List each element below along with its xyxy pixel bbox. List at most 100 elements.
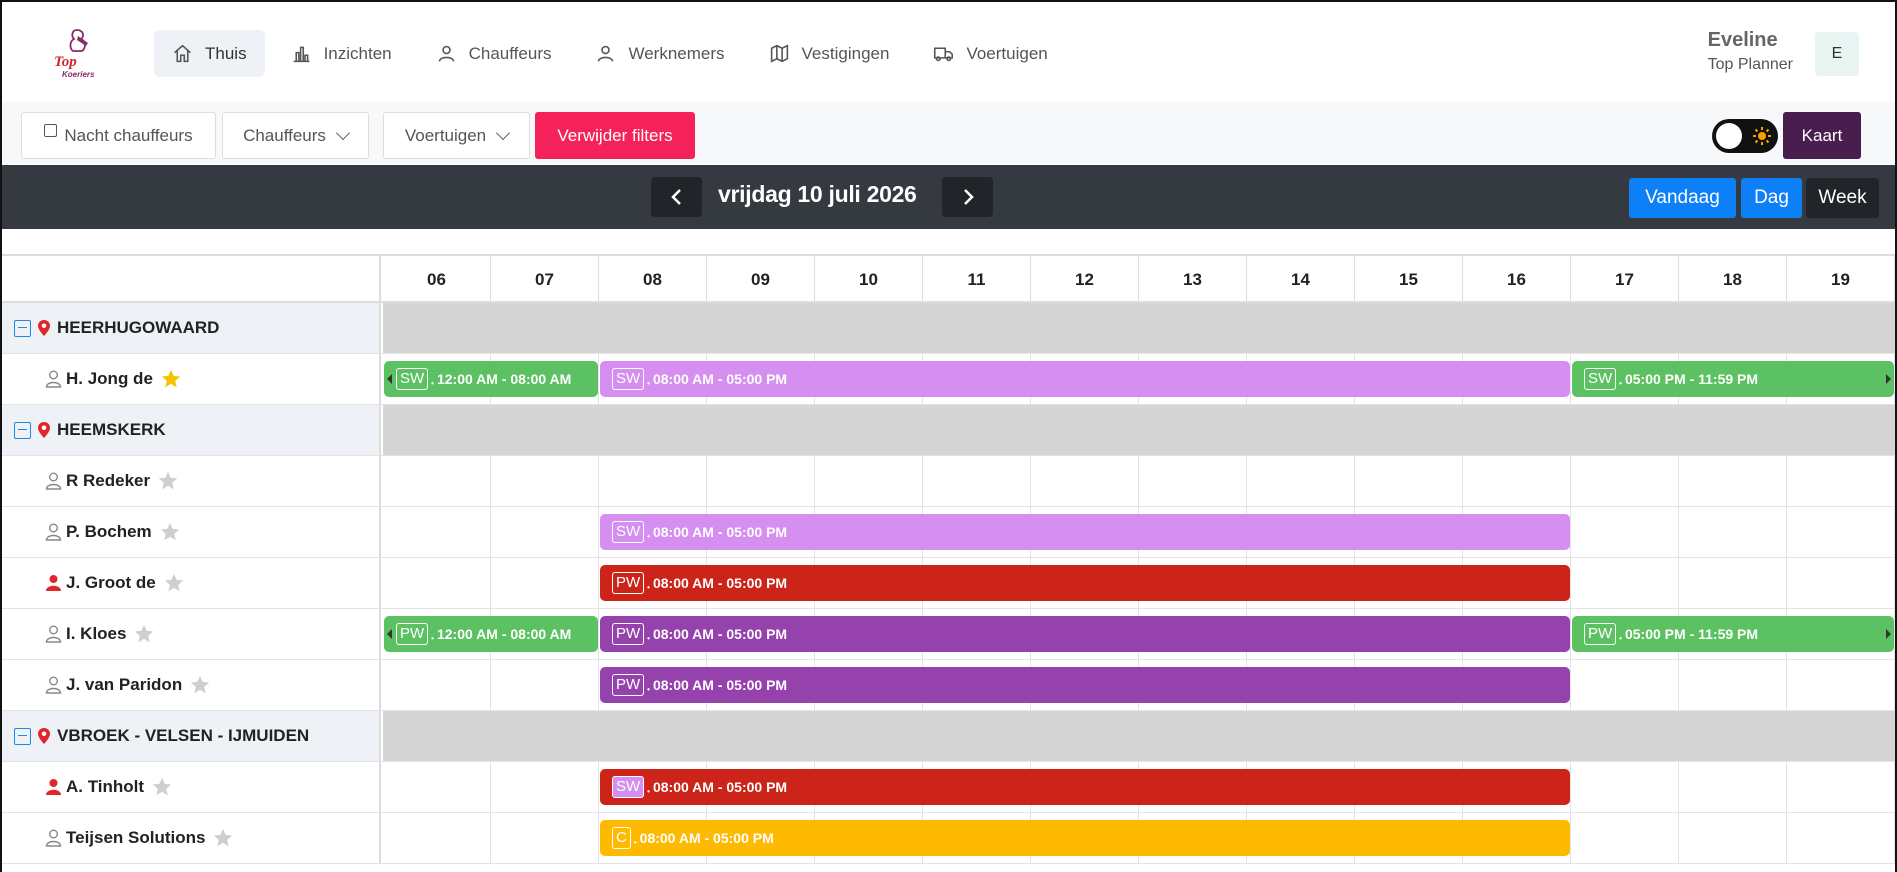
collapse-icon[interactable] bbox=[14, 421, 31, 439]
star-icon[interactable] bbox=[133, 623, 155, 645]
drivers-dropdown[interactable]: Chauffeurs bbox=[222, 112, 369, 159]
driver-name[interactable]: H. Jong de bbox=[66, 369, 153, 389]
user-icon bbox=[46, 575, 61, 591]
hour-gridline bbox=[1894, 762, 1895, 812]
today-button[interactable]: Vandaag bbox=[1629, 178, 1736, 218]
star-icon[interactable] bbox=[159, 521, 181, 543]
day-view-button[interactable]: Dag bbox=[1741, 178, 1802, 218]
star-icon[interactable] bbox=[157, 470, 179, 492]
shift-time: 05:00 PM - 11:59 PM bbox=[1624, 626, 1759, 642]
star-icon[interactable] bbox=[189, 674, 211, 696]
clear-filters-button[interactable]: Verwijder filters bbox=[535, 112, 695, 159]
group-row-fill bbox=[383, 711, 1895, 761]
driver-label: P. Bochem bbox=[2, 507, 381, 557]
shift-block[interactable]: PW • 12:00 AM - 08:00 AM bbox=[384, 616, 598, 652]
driver-name[interactable]: A. Tinholt bbox=[66, 777, 144, 797]
hour-gridline bbox=[1894, 813, 1895, 863]
shift-time: 08:00 AM - 05:00 PM bbox=[652, 626, 788, 642]
timeline-header: 06 07 08 09 10 11 12 13 14 15 16 17 18 19 bbox=[2, 254, 1895, 303]
chevron-down-icon bbox=[335, 125, 350, 141]
user-name: Eveline bbox=[1707, 29, 1778, 51]
shift-type-badge: SW bbox=[612, 368, 645, 390]
avatar[interactable]: E bbox=[1815, 32, 1859, 76]
star-icon[interactable] bbox=[163, 572, 185, 594]
top-koeriers-logo[interactable]: Top Koeriers bbox=[52, 26, 102, 82]
collapse-icon[interactable] bbox=[14, 727, 31, 745]
driver-row: SW • 08:00 AM - 05:00 PM P. Bochem bbox=[2, 507, 1895, 558]
map-button[interactable]: Kaart bbox=[1783, 112, 1861, 159]
user-icon bbox=[45, 523, 62, 541]
main-nav: Thuis Inzichten Chauffeurs Werknemers Ve… bbox=[154, 30, 1066, 77]
driver-name[interactable]: P. Bochem bbox=[66, 522, 152, 542]
star-icon[interactable] bbox=[151, 776, 173, 798]
shift-block[interactable]: SW • 05:00 PM - 11:59 PM bbox=[1572, 361, 1894, 397]
star-icon[interactable] bbox=[212, 827, 234, 849]
shift-block[interactable]: SW • 08:00 AM - 05:00 PM bbox=[600, 361, 1570, 397]
hour-gridline bbox=[1786, 558, 1787, 608]
shift-time: 12:00 AM - 08:00 AM bbox=[436, 626, 572, 642]
hour-gridline bbox=[922, 456, 923, 506]
shift-type-badge: PW bbox=[612, 674, 645, 696]
previous-day-button[interactable] bbox=[651, 177, 702, 217]
location-name: HEEMSKERK bbox=[57, 420, 166, 439]
separator-dot-icon: • bbox=[647, 684, 650, 694]
collapse-icon[interactable] bbox=[14, 319, 31, 337]
driver-label: I. Kloes bbox=[2, 609, 381, 659]
hour-gridline bbox=[490, 558, 491, 608]
driver-name[interactable]: I. Kloes bbox=[66, 624, 126, 644]
driver-name[interactable]: J. van Paridon bbox=[66, 675, 182, 695]
driver-name[interactable]: J. Groot de bbox=[66, 573, 156, 593]
shift-block[interactable]: PW • 08:00 AM - 05:00 PM bbox=[600, 565, 1570, 601]
nav-item-inzichten[interactable]: Inzichten bbox=[273, 30, 410, 77]
shift-time: 08:00 AM - 05:00 PM bbox=[652, 779, 788, 795]
shift-block[interactable]: C • 08:00 AM - 05:00 PM bbox=[600, 820, 1570, 856]
current-date: vrijdag 10 juli 2026 bbox=[718, 181, 917, 207]
shift-block[interactable]: PW • 08:00 AM - 05:00 PM bbox=[600, 616, 1570, 652]
driver-row: R Redeker bbox=[2, 456, 1895, 507]
chevron-down-icon bbox=[496, 125, 511, 141]
hour-gridline bbox=[1570, 558, 1571, 608]
hour-gridline bbox=[1894, 354, 1895, 404]
shift-block[interactable]: PW • 05:00 PM - 11:59 PM bbox=[1572, 616, 1894, 652]
separator-dot-icon: • bbox=[647, 633, 650, 643]
nav-item-vestigingen[interactable]: Vestigingen bbox=[751, 30, 908, 77]
drivers-dropdown-label: Chauffeurs bbox=[243, 125, 326, 145]
hour-gridline bbox=[1894, 609, 1895, 659]
hour-gridline bbox=[598, 354, 599, 404]
night-drivers-toggle[interactable]: Nacht chauffeurs bbox=[21, 112, 216, 159]
vehicles-dropdown[interactable]: Voertuigen bbox=[383, 112, 530, 159]
hour-gridline bbox=[598, 762, 599, 812]
hour-gridline bbox=[1570, 660, 1571, 710]
nav-item-voertuigen[interactable]: Voertuigen bbox=[915, 30, 1065, 77]
sun-icon bbox=[1753, 127, 1771, 145]
star-icon[interactable] bbox=[160, 368, 182, 390]
shift-block[interactable]: SW • 08:00 AM - 05:00 PM bbox=[600, 514, 1570, 550]
nav-item-thuis[interactable]: Thuis bbox=[154, 30, 265, 77]
hour-gridline bbox=[1678, 507, 1679, 557]
next-day-button[interactable] bbox=[942, 177, 993, 217]
hour-gridline bbox=[1894, 558, 1895, 608]
driver-name[interactable]: R Redeker bbox=[66, 471, 150, 491]
driver-name[interactable]: Teijsen Solutions bbox=[66, 828, 205, 848]
bar-chart-icon bbox=[293, 46, 309, 63]
shift-block[interactable]: SW • 12:00 AM - 08:00 AM bbox=[384, 361, 598, 397]
hour-gridline bbox=[1894, 507, 1895, 557]
hour-gridline bbox=[490, 507, 491, 557]
nav-item-chauffeurs[interactable]: Chauffeurs bbox=[418, 30, 570, 77]
shift-time: 08:00 AM - 05:00 PM bbox=[652, 371, 788, 387]
week-view-button[interactable]: Week bbox=[1806, 178, 1879, 218]
theme-toggle[interactable] bbox=[1712, 119, 1778, 153]
shift-block[interactable]: SW • 08:00 AM - 05:00 PM bbox=[600, 769, 1570, 805]
hour-gridline bbox=[1678, 456, 1679, 506]
arrow-left-icon bbox=[387, 374, 392, 384]
resource-column-header bbox=[2, 256, 381, 303]
nav-item-werknemers[interactable]: Werknemers bbox=[577, 30, 742, 77]
app-window: Top Koeriers Thuis Inzichten Chauffeurs … bbox=[0, 0, 1897, 872]
shift-block[interactable]: PW • 08:00 AM - 05:00 PM bbox=[600, 667, 1570, 703]
hour-header: 07 bbox=[491, 256, 599, 303]
shift-type-badge: SW bbox=[612, 521, 645, 543]
truck-icon bbox=[934, 47, 954, 62]
hour-gridline bbox=[598, 813, 599, 863]
toggle-knob bbox=[1716, 123, 1742, 149]
hour-gridline bbox=[1354, 456, 1355, 506]
